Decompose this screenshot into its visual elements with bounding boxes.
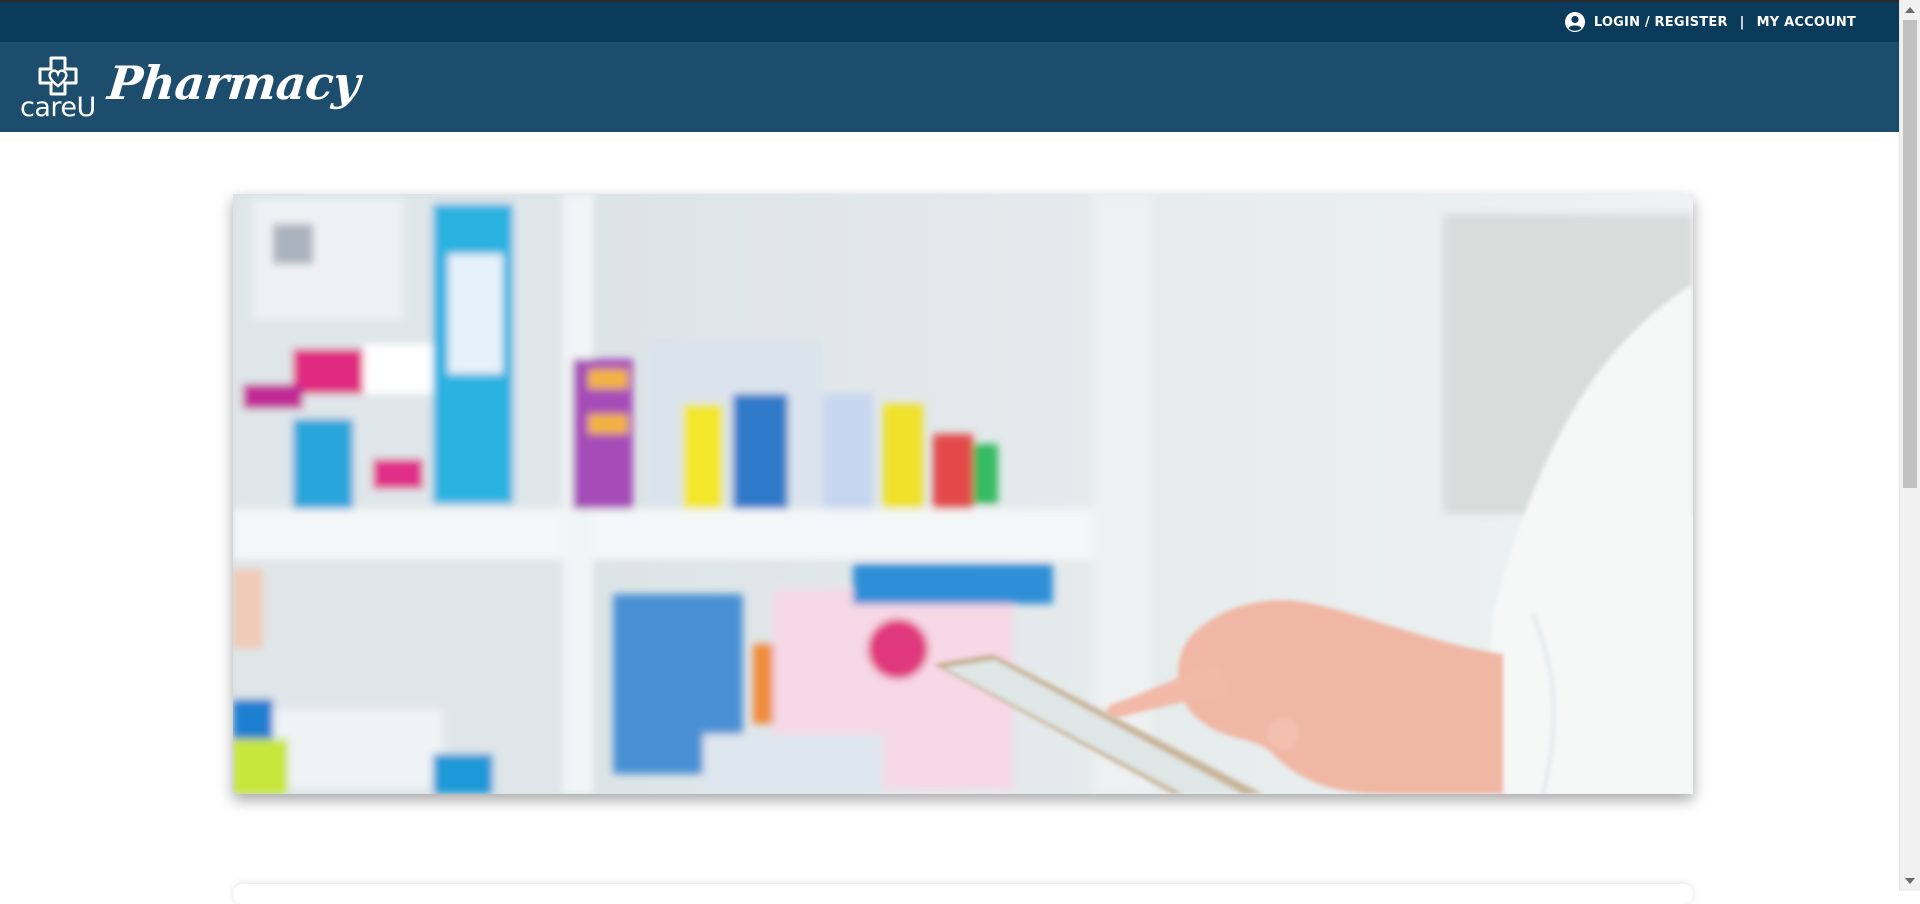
my-account-link[interactable]: MY ACCOUNT — [1757, 15, 1856, 30]
hero-image — [233, 194, 1693, 794]
account-links: LOGIN / REGISTER | MY ACCOUNT — [1564, 12, 1856, 32]
top-bar: LOGIN / REGISTER | MY ACCOUNT — [0, 0, 1899, 42]
site-title[interactable]: Pharmacy — [105, 56, 362, 110]
login-register-link[interactable]: LOGIN / REGISTER — [1594, 15, 1728, 30]
scroll-down-arrow-icon[interactable] — [1905, 878, 1915, 884]
scroll-thumb[interactable] — [1903, 20, 1917, 488]
site-header: careU Pharmacy — [0, 42, 1899, 132]
logo-text[interactable]: careU — [20, 92, 96, 123]
user-circle-icon[interactable] — [1564, 12, 1585, 32]
link-separator: | — [1739, 14, 1745, 30]
content-card — [233, 884, 1693, 904]
scroll-up-arrow-icon[interactable] — [1905, 7, 1915, 13]
vertical-scrollbar[interactable] — [1899, 0, 1920, 891]
pharmacy-photo — [233, 194, 1693, 794]
